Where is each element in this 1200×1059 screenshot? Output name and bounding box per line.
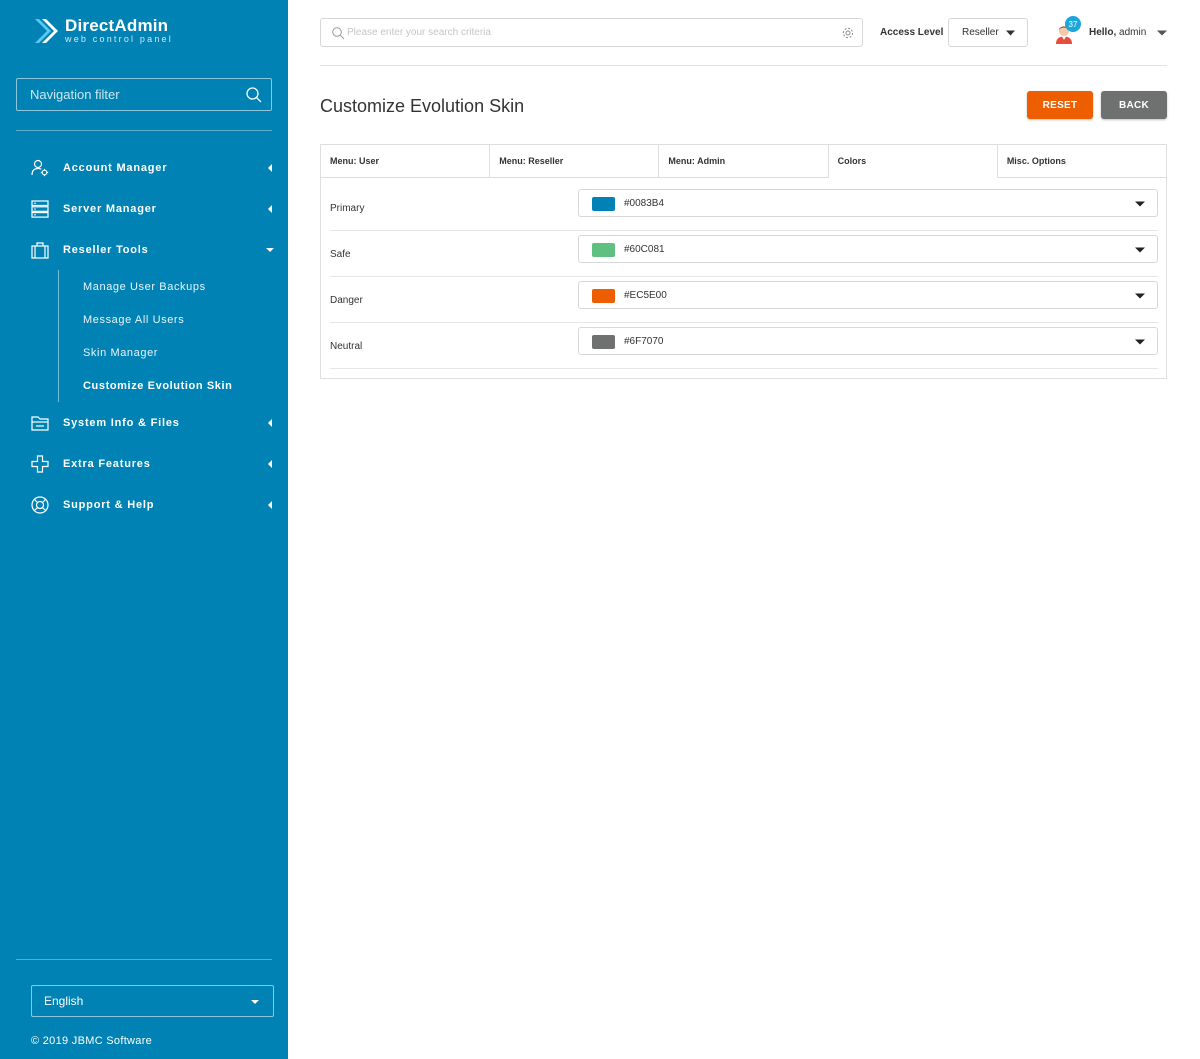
color-select-safe[interactable]: #60C081 <box>578 235 1158 263</box>
sidebar-item-label: Server Manager <box>63 203 157 215</box>
search-icon[interactable] <box>245 86 263 104</box>
tab-menu-reseller[interactable]: Menu: Reseller <box>490 145 660 178</box>
lifebuoy-icon <box>31 496 49 514</box>
language-value: English <box>44 994 84 1008</box>
caret-left-icon <box>268 460 272 468</box>
copyright: © 2019 JBMC Software <box>31 1035 153 1047</box>
header-divider <box>320 65 1167 66</box>
sidebar-item-label: Support & Help <box>63 499 155 511</box>
sidebar-item-label: Account Manager <box>63 162 168 174</box>
caret-down-icon <box>1006 30 1015 36</box>
search-icon <box>332 27 345 40</box>
tab-menu-user[interactable]: Menu: User <box>321 145 491 178</box>
sidebar-subitem-message-all-users[interactable]: Message All Users <box>83 314 184 326</box>
briefcase-icon <box>31 242 49 259</box>
color-row-safe: Safe #60C081 <box>330 231 1158 277</box>
color-value: #EC5E00 <box>624 290 667 301</box>
caret-left-icon <box>268 501 272 509</box>
reset-button[interactable]: RESET <box>1027 91 1093 119</box>
user-menu[interactable]: Hello, admin <box>1089 27 1146 38</box>
back-button[interactable]: BACK <box>1101 91 1167 119</box>
user-gear-icon <box>31 159 49 177</box>
gear-icon[interactable] <box>841 26 855 40</box>
color-row-neutral: Neutral #6F7070 <box>330 323 1158 369</box>
color-swatch <box>592 289 615 303</box>
sidebar-subitem-skin-manager[interactable]: Skin Manager <box>83 347 158 359</box>
caret-left-icon <box>268 164 272 172</box>
caret-down-icon <box>251 1000 259 1004</box>
access-level-label: Access Level <box>880 27 944 38</box>
sidebar-divider <box>16 959 272 960</box>
caret-left-icon <box>268 205 272 213</box>
brand-name: DirectAdmin <box>65 16 169 35</box>
caret-down-icon <box>1135 201 1145 207</box>
color-label: Primary <box>330 203 365 214</box>
color-select-neutral[interactable]: #6F7070 <box>578 327 1158 355</box>
sidebar-item-reseller-tools[interactable]: Reseller Tools <box>0 238 288 262</box>
navigation-filter-input[interactable] <box>17 79 271 110</box>
tab-colors[interactable]: Colors <box>828 145 998 178</box>
color-label: Safe <box>330 249 351 260</box>
directadmin-logo-icon <box>35 19 58 43</box>
access-level-value: Reseller <box>962 27 999 38</box>
color-value: #60C081 <box>624 244 665 255</box>
hello-label: Hello, <box>1089 27 1117 38</box>
caret-down-icon <box>1135 247 1145 253</box>
navigation-filter[interactable] <box>16 78 272 111</box>
caret-down-icon <box>1135 293 1145 299</box>
color-value: #0083B4 <box>624 198 665 209</box>
color-select-primary[interactable]: #0083B4 <box>578 189 1158 217</box>
top-search[interactable] <box>320 18 863 47</box>
sidebar-item-extra-features[interactable]: Extra Features <box>0 452 288 476</box>
server-icon <box>31 200 49 218</box>
plus-icon <box>31 455 49 473</box>
sidebar: DirectAdmin web control panel Account Ma… <box>0 0 288 1059</box>
tab-misc-options[interactable]: Misc. Options <box>997 145 1167 178</box>
color-value: #6F7070 <box>624 336 664 347</box>
color-row-primary: Primary #0083B4 <box>330 185 1158 231</box>
sidebar-item-label: Extra Features <box>63 458 151 470</box>
submenu-line <box>58 270 59 402</box>
brand[interactable]: DirectAdmin web control panel <box>33 16 173 46</box>
caret-down-icon <box>1135 339 1145 345</box>
color-label: Danger <box>330 295 363 306</box>
sidebar-item-system-info-files[interactable]: System Info & Files <box>0 411 288 435</box>
caret-down-icon <box>266 248 274 252</box>
username: admin <box>1119 27 1147 38</box>
sidebar-item-label: Reseller Tools <box>63 244 149 256</box>
caret-down-icon[interactable] <box>1157 30 1167 36</box>
page-title: Customize Evolution Skin <box>320 96 525 116</box>
color-swatch <box>592 243 615 257</box>
brand-tagline: web control panel <box>65 34 173 44</box>
search-input[interactable] <box>321 19 862 46</box>
caret-left-icon <box>268 419 272 427</box>
tab-menu-admin[interactable]: Menu: Admin <box>659 145 829 178</box>
language-select[interactable]: English <box>31 985 274 1017</box>
color-row-danger: Danger #EC5E00 <box>330 277 1158 323</box>
color-label: Neutral <box>330 341 363 352</box>
sidebar-item-account-manager[interactable]: Account Manager <box>0 156 288 180</box>
notification-badge[interactable]: 37 <box>1065 16 1081 32</box>
sidebar-divider <box>16 130 272 131</box>
color-swatch <box>592 197 615 211</box>
sidebar-subitem-customize-evolution-skin[interactable]: Customize Evolution Skin <box>83 380 232 392</box>
sidebar-item-label: System Info & Files <box>63 417 180 429</box>
access-level-select[interactable]: Reseller <box>948 18 1028 47</box>
sidebar-subitem-manage-user-backups[interactable]: Manage User Backups <box>83 281 206 293</box>
sidebar-item-server-manager[interactable]: Server Manager <box>0 197 288 221</box>
color-select-danger[interactable]: #EC5E00 <box>578 281 1158 309</box>
skin-options-panel: Menu: User Menu: Reseller Menu: Admin Co… <box>320 144 1167 379</box>
tab-bar: Menu: User Menu: Reseller Menu: Admin Co… <box>321 145 1167 178</box>
folder-icon <box>31 416 49 431</box>
color-swatch <box>592 335 615 349</box>
sidebar-item-support-help[interactable]: Support & Help <box>0 493 288 517</box>
